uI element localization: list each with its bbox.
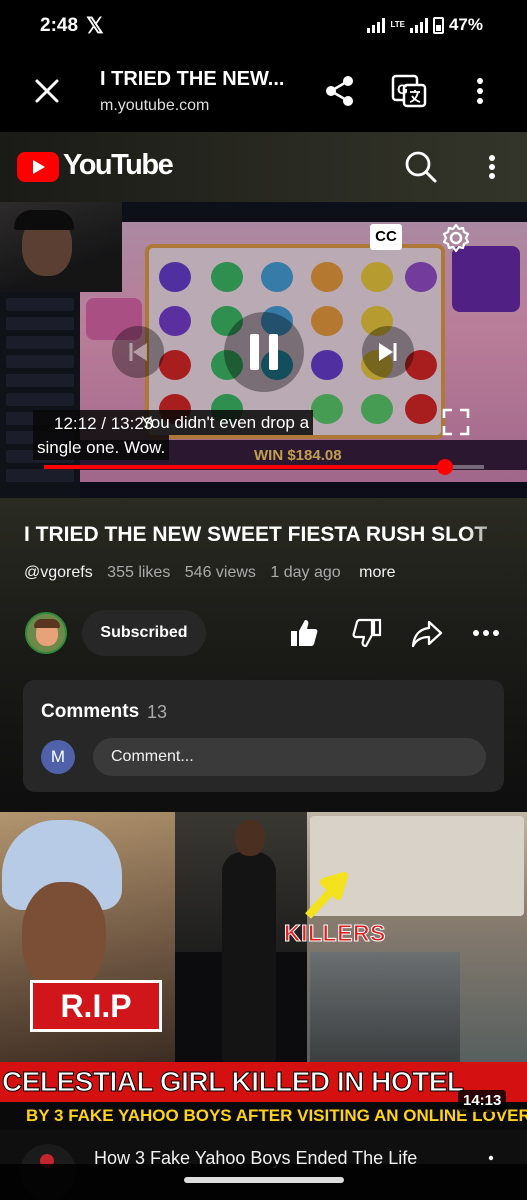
- youtube-logo-icon[interactable]: [17, 152, 59, 182]
- more-horiz-icon[interactable]: [469, 616, 503, 650]
- video-player[interactable]: WIN $184.08 CC You didn't even drop a si…: [0, 202, 527, 498]
- pause-button[interactable]: [224, 312, 304, 392]
- tab-title: I TRIED THE NEW...: [100, 68, 285, 90]
- tab-url: m.youtube.com: [100, 97, 210, 114]
- channel-avatar[interactable]: [25, 612, 67, 654]
- status-icons: LTE 47%: [367, 15, 483, 35]
- previous-icon[interactable]: [112, 326, 164, 378]
- status-time: 2:48: [40, 15, 79, 36]
- thumb-killers-label: KILLERS: [284, 920, 386, 947]
- captions-button[interactable]: CC: [370, 224, 402, 250]
- close-icon[interactable]: [30, 72, 64, 110]
- translate-icon[interactable]: G: [390, 72, 428, 110]
- share-icon[interactable]: [410, 616, 444, 650]
- youtube-logo-text[interactable]: YouTube: [63, 149, 174, 182]
- user-avatar: M: [41, 740, 75, 774]
- fullscreen-icon[interactable]: [438, 404, 474, 440]
- status-bar: 2:48 𝕏 LTE 47%: [0, 0, 527, 52]
- signal-icon: [367, 17, 386, 33]
- gear-icon[interactable]: [440, 222, 472, 254]
- share-icon[interactable]: [323, 74, 357, 108]
- arrow-icon: [305, 872, 348, 919]
- comment-input[interactable]: Comment...: [93, 738, 486, 776]
- caption-line-2: single one. Wow.: [33, 435, 170, 460]
- x-notification-icon: 𝕏: [86, 13, 104, 38]
- video-duration-badge: 14:13: [458, 1090, 507, 1112]
- search-icon[interactable]: [404, 150, 438, 184]
- progress-fill: [44, 465, 445, 469]
- youtube-header: YouTube: [0, 132, 527, 202]
- thumb-subline: BY 3 FAKE YAHOO BOYS AFTER VISITING AN O…: [0, 1102, 527, 1130]
- browser-toolbar: I TRIED THE NEW... m.youtube.com G: [0, 52, 527, 132]
- comments-panel[interactable]: Comments 13 M Comment...: [23, 680, 504, 792]
- time-display: 12:12 / 13:23: [54, 414, 154, 433]
- thumb-headline: CELESTIAL GIRL KILLED IN HOTEL: [0, 1062, 527, 1102]
- network-type: LTE: [390, 20, 405, 29]
- upload-age: 1 day ago: [270, 564, 341, 581]
- comments-label: Comments: [41, 701, 140, 722]
- battery-icon: [432, 16, 444, 34]
- home-gesture-pill[interactable]: [184, 1177, 344, 1183]
- more-vert-icon[interactable]: [482, 152, 502, 182]
- video-title[interactable]: I TRIED THE NEW SWEET FIESTA RUSH SLOT: [24, 523, 524, 547]
- video-meta: @vgorefs 355 likes 546 views 1 day ago m…: [24, 564, 396, 582]
- signal-icon-2: [409, 17, 428, 33]
- dislike-icon[interactable]: [350, 616, 384, 650]
- likes-count: 355 likes: [107, 564, 171, 581]
- more-link[interactable]: more: [359, 564, 395, 581]
- views-count: 546 views: [184, 564, 256, 581]
- like-icon[interactable]: [287, 616, 321, 650]
- thumb-rip-label: R.I.P: [30, 980, 162, 1032]
- scrubber-handle[interactable]: [437, 459, 453, 475]
- channel-handle[interactable]: @vgorefs: [24, 564, 93, 581]
- next-icon[interactable]: [362, 326, 414, 378]
- battery-percent: 47%: [448, 15, 483, 34]
- next-video-thumbnail[interactable]: KILLERS R.I.P CELESTIAL GIRL KILLED IN H…: [0, 812, 527, 1130]
- comments-count: 13: [147, 702, 168, 722]
- svg-text:G: G: [397, 81, 408, 97]
- subscribed-button[interactable]: Subscribed: [82, 610, 206, 656]
- more-vert-icon[interactable]: [468, 74, 492, 108]
